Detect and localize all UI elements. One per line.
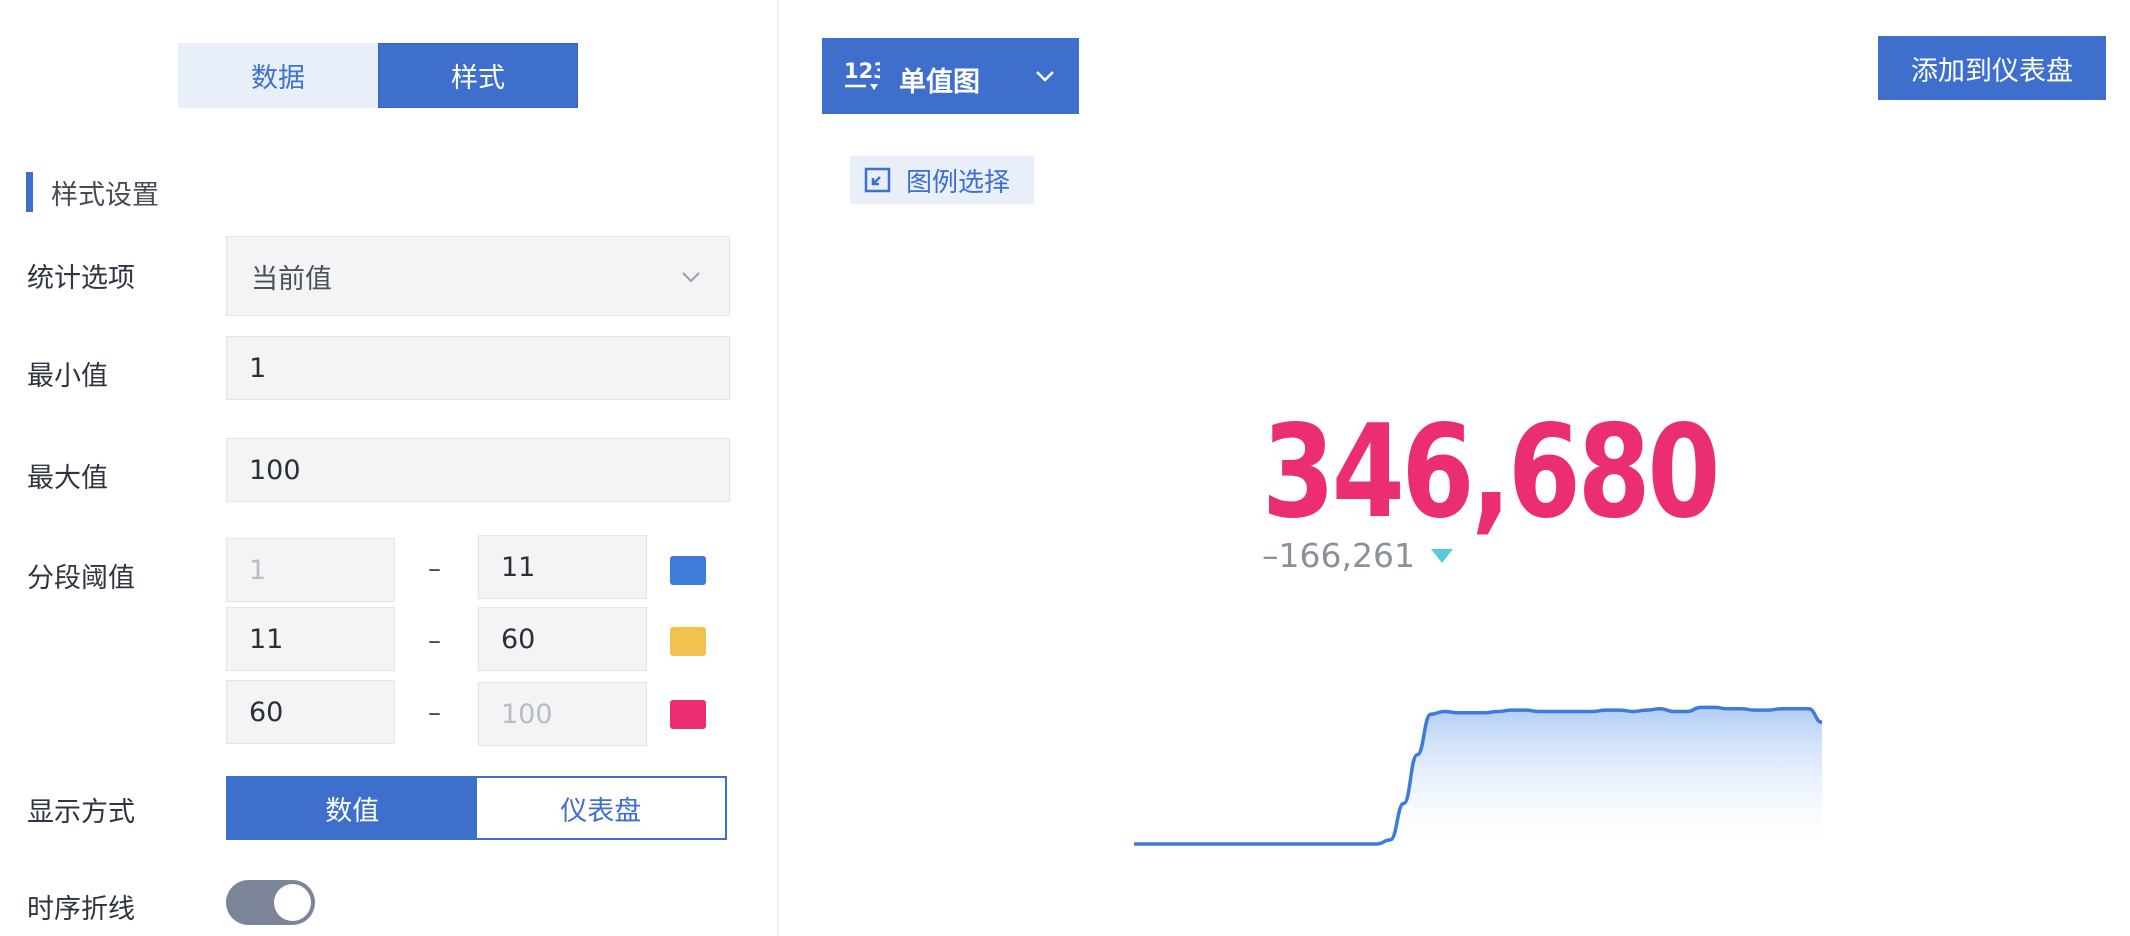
number-123-icon-text: 123 <box>844 59 880 83</box>
display-mode-value-button[interactable]: 数值 <box>228 778 477 838</box>
timeseries-label: 时序折线 <box>27 894 135 925</box>
chevron-down-icon <box>1036 71 1054 82</box>
chevron-down-icon <box>682 272 700 283</box>
legend-select-icon <box>864 167 891 193</box>
display-mode-gauge-button[interactable]: 仪表盘 <box>476 778 725 838</box>
tab-style[interactable]: 样式 <box>378 43 578 108</box>
threshold-2-from-value: 11 <box>249 623 284 655</box>
threshold-3-from-value: 60 <box>249 696 284 728</box>
threshold-2-separator: – <box>428 626 441 656</box>
timeseries-sparkline <box>1134 705 1822 846</box>
min-value: 1 <box>249 352 267 384</box>
threshold-1-to-input[interactable]: 11 <box>478 535 647 599</box>
threshold-2-to-value: 60 <box>501 623 536 655</box>
threshold-2-color-swatch[interactable] <box>670 627 706 656</box>
threshold-2-from-input[interactable]: 11 <box>226 607 395 671</box>
threshold-3-color-swatch[interactable] <box>670 700 706 729</box>
threshold-3-to-value: 100 <box>501 698 553 730</box>
min-input[interactable]: 1 <box>226 336 730 400</box>
sparkline-area <box>1134 707 1822 844</box>
max-value: 100 <box>249 454 301 486</box>
threshold-1-from-input[interactable]: 1 <box>226 538 395 602</box>
toggle-knob <box>274 884 311 921</box>
panel-tabs: 数据 样式 <box>178 43 578 108</box>
threshold-3-to-input[interactable]: 100 <box>478 682 647 746</box>
chart-type-dropdown[interactable]: 123 单值图 <box>822 38 1079 114</box>
chart-type-label: 单值图 <box>899 67 980 98</box>
add-to-dashboard-button[interactable]: 添加到仪表盘 <box>1878 36 2106 100</box>
threshold-2-to-input[interactable]: 60 <box>478 607 647 671</box>
delta-indicator: –166,261 <box>1262 536 1455 575</box>
display-mode-segmented: 数值 仪表盘 <box>226 776 727 840</box>
single-stat-value: 346,680 <box>1262 398 1720 547</box>
max-input[interactable]: 100 <box>226 438 730 502</box>
threshold-label: 分段阈值 <box>27 563 135 594</box>
section-title: 样式设置 <box>51 179 159 211</box>
stat-option-value: 当前值 <box>251 263 332 295</box>
threshold-1-from-value: 1 <box>249 554 267 586</box>
stat-option-label: 统计选项 <box>27 263 135 294</box>
delta-value: –166,261 <box>1262 536 1415 575</box>
threshold-1-to-value: 11 <box>501 551 536 583</box>
triangle-down-icon <box>1430 548 1453 563</box>
section-header: 样式设置 <box>26 172 159 212</box>
threshold-3-from-input[interactable]: 60 <box>226 680 395 744</box>
threshold-1-separator: – <box>428 554 441 584</box>
tab-data[interactable]: 数据 <box>178 43 378 108</box>
timeseries-toggle[interactable] <box>226 880 315 925</box>
settings-panel: 数据 样式 样式设置 统计选项 当前值 最小值 1 最大值 100 分段阈值 1… <box>0 0 779 936</box>
number-123-icon: 123 <box>844 59 880 90</box>
min-label: 最小值 <box>27 361 108 392</box>
display-mode-label: 显示方式 <box>27 797 135 828</box>
threshold-3-separator: – <box>428 698 441 728</box>
section-accent-bar <box>26 172 33 212</box>
legend-select-button[interactable]: 图例选择 <box>850 156 1034 204</box>
legend-select-label: 图例选择 <box>906 167 1011 198</box>
max-label: 最大值 <box>27 463 108 494</box>
threshold-1-color-swatch[interactable] <box>670 556 706 585</box>
stat-option-select[interactable]: 当前值 <box>226 236 730 316</box>
